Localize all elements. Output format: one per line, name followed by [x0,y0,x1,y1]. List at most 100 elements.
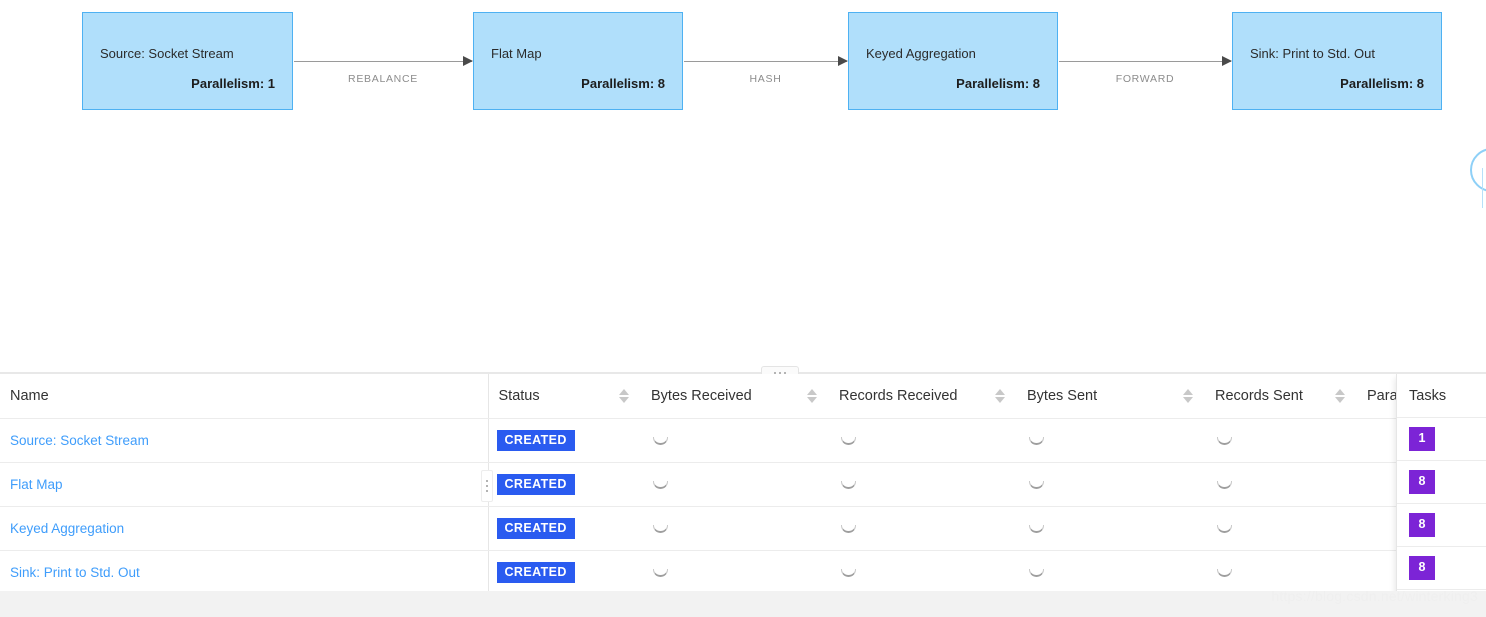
pinned-tasks-column: Tasks 1 8 8 8 [1396,374,1486,617]
column-header-status[interactable]: Status [487,374,641,419]
table-row[interactable]: Keyed Aggregation CREATED 8 [0,506,1486,551]
edge-line [684,61,847,62]
column-label: Bytes Received [651,388,752,404]
loading-spinner-icon [653,524,668,533]
cell-bytes-sent [1017,506,1205,551]
cell-tasks: 1 [1397,418,1486,461]
status-badge: CREATED [496,473,575,496]
sort-icon[interactable] [1335,389,1345,403]
loading-spinner-icon [1217,568,1232,577]
column-label: Records Received [839,388,958,404]
loading-spinner-icon [1217,436,1232,445]
tasks-badge: 8 [1409,470,1435,494]
cell-status: CREATED [487,550,641,595]
column-label: Records Sent [1215,388,1303,404]
loading-spinner-icon [1029,568,1044,577]
subtasks-table-panel[interactable]: Name Status Bytes Received Records Recei… [0,374,1486,617]
column-label: Name [10,388,49,404]
table-row[interactable]: Sink: Print to Std. Out CREATED 8 [0,550,1486,595]
cell-bytes-sent [1017,550,1205,595]
column-header-records-received[interactable]: Records Received [829,374,1017,419]
column-header-bytes-sent[interactable]: Bytes Sent [1017,374,1205,419]
arrow-right-icon [838,56,848,66]
graph-edge-forward: FORWARD [1059,56,1232,85]
edge-line [294,61,472,62]
loading-spinner-icon [1029,480,1044,489]
cell-name: Flat Map [0,462,488,507]
column-label: Status [498,388,540,404]
arrow-right-icon [1222,56,1232,66]
cell-status: CREATED [487,462,641,507]
sort-icon[interactable] [807,389,817,403]
job-node-source-socket-stream[interactable]: Source: Socket Stream Parallelism: 1 [82,12,293,110]
job-node-sink-print-std-out[interactable]: Sink: Print to Std. Out Parallelism: 8 [1232,12,1442,110]
loading-spinner-icon [653,436,668,445]
cell-tasks: 8 [1397,461,1486,504]
cell-records-received [829,462,1017,507]
table-footer-strip [0,591,1486,617]
job-node-label: Keyed Aggregation [866,46,976,61]
loading-spinner-icon [653,568,668,577]
cell-tasks: 8 [1397,504,1486,547]
table-body: Source: Socket Stream CREATED 1 Flat Map… [0,418,1486,595]
job-node-parallelism: Parallelism: 8 [956,76,1040,91]
column-resize-handle[interactable] [481,470,493,502]
vertex-link[interactable]: Sink: Print to Std. Out [10,565,140,580]
vertex-link[interactable]: Keyed Aggregation [10,521,124,536]
cell-records-sent [1205,550,1357,595]
status-badge: CREATED [496,561,575,584]
cell-records-sent [1205,506,1357,551]
dot-icon [486,480,488,482]
tasks-badge: 1 [1409,427,1435,451]
sort-icon[interactable] [995,389,1005,403]
status-badge: CREATED [496,429,575,452]
loading-spinner-icon [841,568,856,577]
loading-spinner-icon [841,480,856,489]
loading-spinner-icon [1217,480,1232,489]
column-label: Tasks [1409,387,1447,404]
edge-line [1059,61,1231,62]
tasks-badge: 8 [1409,556,1435,580]
cell-records-sent [1205,462,1357,507]
cell-status: CREATED [487,418,641,463]
edge-label: FORWARD [1115,73,1175,85]
column-label: Bytes Sent [1027,388,1098,404]
job-graph-canvas[interactable]: Source: Socket Stream Parallelism: 1 Fla… [0,0,1486,372]
cell-name: Source: Socket Stream [0,418,488,463]
cell-records-received [829,506,1017,551]
cell-records-sent [1205,418,1357,463]
table-row[interactable]: Flat Map CREATED 8 [0,462,1486,507]
loading-spinner-icon [1029,524,1044,533]
subtasks-table: Name Status Bytes Received Records Recei… [0,374,1486,595]
job-node-parallelism: Parallelism: 8 [1340,76,1424,91]
cell-bytes-received [641,506,829,551]
vertex-link[interactable]: Flat Map [10,477,63,492]
graph-edge-hash: HASH [684,56,848,85]
edge-label: HASH [749,73,782,85]
job-node-keyed-aggregation[interactable]: Keyed Aggregation Parallelism: 8 [848,12,1058,110]
cell-bytes-sent [1017,418,1205,463]
sort-icon[interactable] [619,389,629,403]
column-header-tasks[interactable]: Tasks [1397,374,1486,418]
cell-bytes-received [641,462,829,507]
column-header-bytes-received[interactable]: Bytes Received [641,374,829,419]
cell-bytes-received [641,550,829,595]
tasks-badge: 8 [1409,513,1435,537]
column-header-name[interactable]: Name [0,374,488,419]
table-header-row: Name Status Bytes Received Records Recei… [0,374,1486,419]
job-node-parallelism: Parallelism: 1 [191,76,275,91]
table-row[interactable]: Source: Socket Stream CREATED 1 [0,418,1486,463]
cell-bytes-received [641,418,829,463]
loading-spinner-icon [1029,436,1044,445]
vertical-connector-line [1482,168,1483,208]
status-badge: CREATED [496,517,575,540]
job-node-flat-map[interactable]: Flat Map Parallelism: 8 [473,12,683,110]
loading-spinner-icon [841,524,856,533]
circle-outline-icon [1470,148,1486,192]
sort-icon[interactable] [1183,389,1193,403]
cell-records-received [829,418,1017,463]
graph-edge-rebalance: REBALANCE [294,56,473,85]
vertex-link[interactable]: Source: Socket Stream [10,433,149,448]
column-header-records-sent[interactable]: Records Sent [1205,374,1357,419]
dot-icon [486,490,488,492]
